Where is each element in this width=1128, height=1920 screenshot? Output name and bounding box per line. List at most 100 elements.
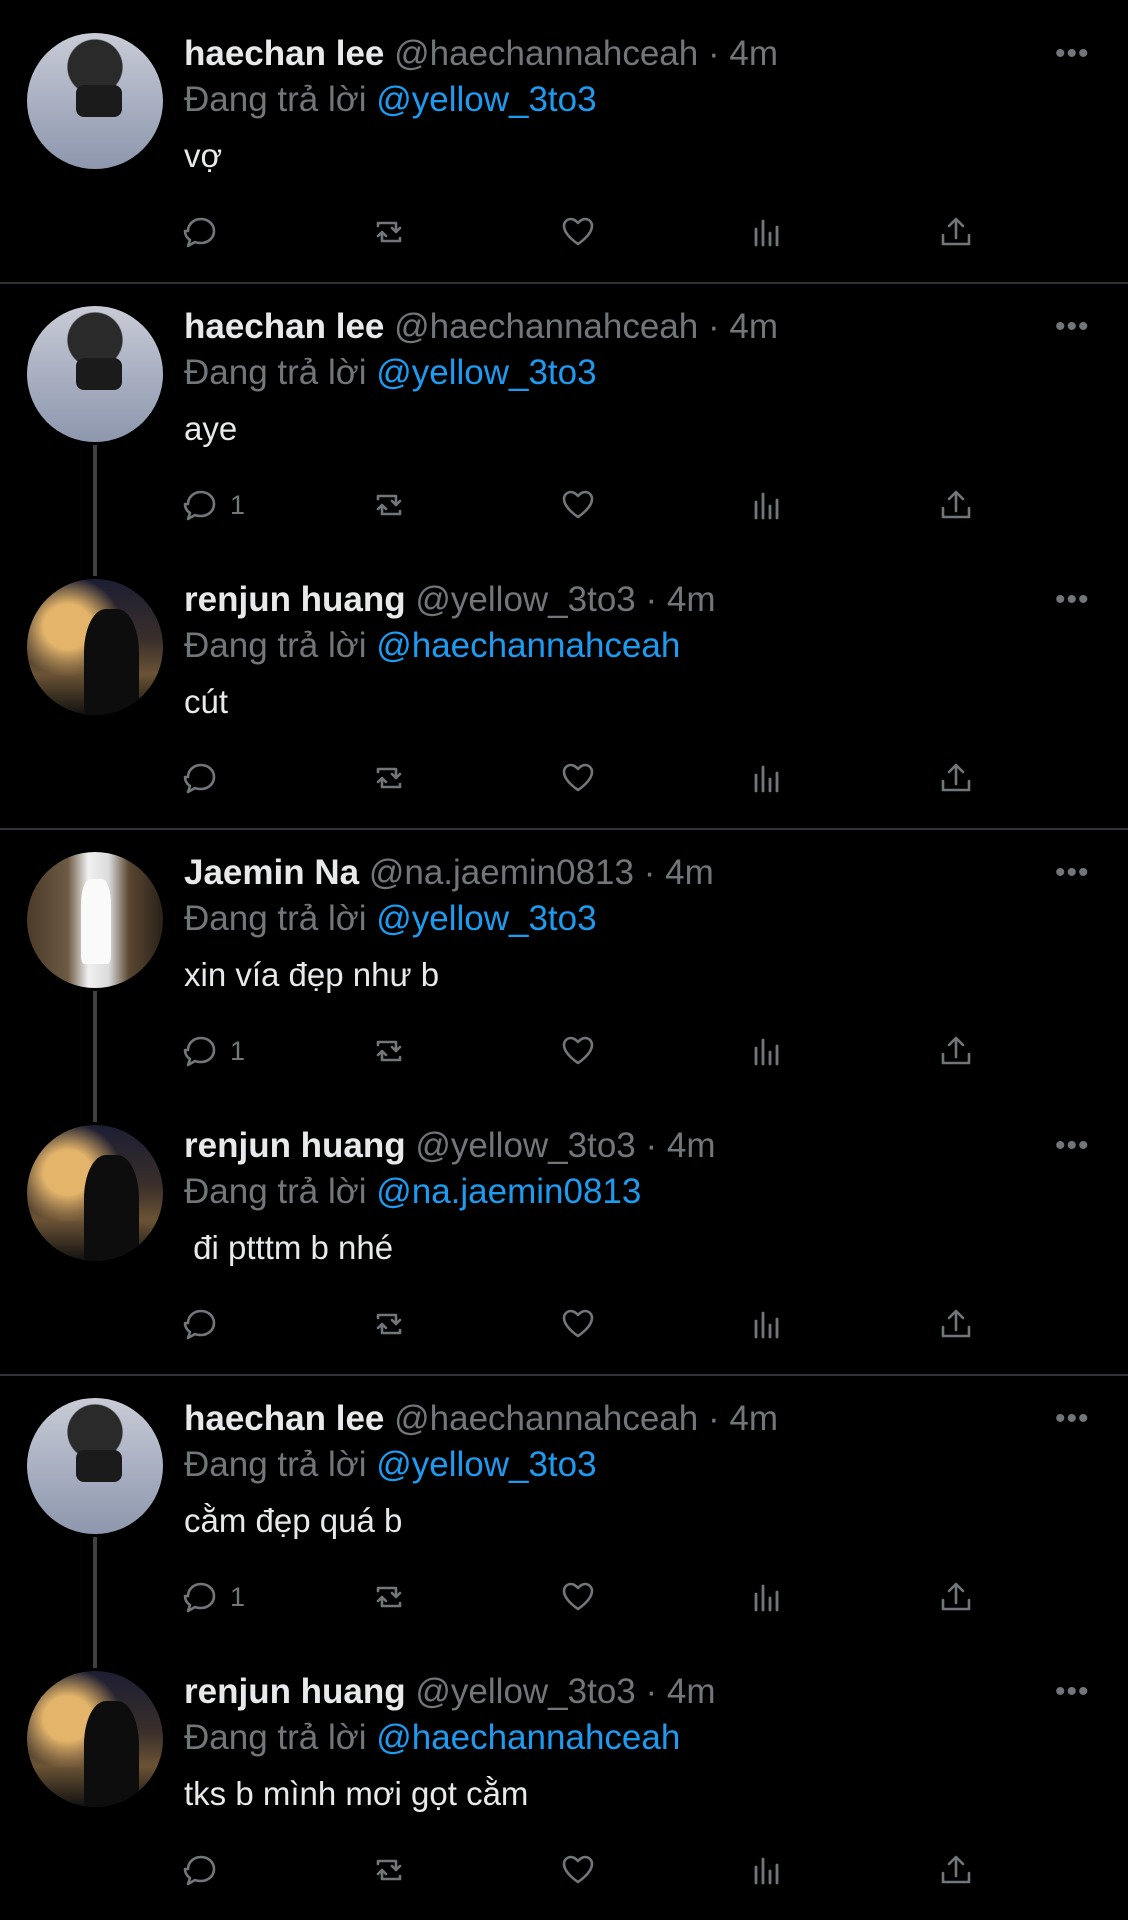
replying-to: Đang trả lời @haechannahceah bbox=[184, 622, 680, 670]
user-handle[interactable]: @yellow_3to3 bbox=[415, 580, 635, 619]
views-button[interactable] bbox=[746, 483, 788, 527]
retweet-button[interactable] bbox=[368, 1302, 410, 1346]
timestamp[interactable]: 4m bbox=[665, 853, 714, 892]
more-options-icon[interactable]: ••• bbox=[1055, 34, 1090, 74]
timestamp[interactable]: 4m bbox=[667, 1672, 716, 1711]
display-name[interactable]: renjun huang bbox=[184, 1672, 406, 1711]
views-icon bbox=[754, 492, 779, 520]
avatar[interactable] bbox=[27, 306, 163, 442]
tweet[interactable]: Jaemin Na @na.jaemin0813 · 4m ••• Đang t… bbox=[0, 819, 1128, 1091]
share-button[interactable] bbox=[935, 1575, 977, 1619]
reply-button[interactable]: 1 bbox=[180, 1575, 245, 1619]
views-button[interactable] bbox=[746, 1029, 788, 1073]
more-options-icon[interactable]: ••• bbox=[1055, 580, 1090, 620]
tweet[interactable]: renjun huang @yellow_3to3 · 4m ••• Đang … bbox=[0, 1092, 1128, 1364]
display-name[interactable]: haechan lee bbox=[184, 34, 384, 73]
retweet-button[interactable] bbox=[368, 1848, 410, 1892]
mention-link[interactable]: @na.jaemin0813 bbox=[376, 1172, 641, 1211]
share-icon bbox=[941, 490, 971, 519]
tweet-header: renjun huang @yellow_3to3 · 4m bbox=[184, 1668, 716, 1716]
reply-button[interactable] bbox=[180, 210, 230, 254]
like-button[interactable] bbox=[557, 1848, 599, 1892]
user-handle[interactable]: @yellow_3to3 bbox=[415, 1126, 635, 1165]
display-name[interactable]: renjun huang bbox=[184, 580, 406, 619]
like-button[interactable] bbox=[557, 1029, 599, 1073]
share-button[interactable] bbox=[935, 1848, 977, 1892]
views-button[interactable] bbox=[746, 1848, 788, 1892]
retweet-button[interactable] bbox=[368, 756, 410, 800]
like-button[interactable] bbox=[557, 1302, 599, 1346]
user-handle[interactable]: @yellow_3to3 bbox=[415, 1672, 635, 1711]
display-name[interactable]: haechan lee bbox=[184, 307, 384, 346]
mention-link[interactable]: @yellow_3to3 bbox=[376, 80, 596, 119]
display-name[interactable]: Jaemin Na bbox=[184, 853, 359, 892]
share-button[interactable] bbox=[935, 756, 977, 800]
reply-button[interactable]: 1 bbox=[180, 1029, 245, 1073]
tweet[interactable]: haechan lee @haechannahceah · 4m ••• Đan… bbox=[0, 1365, 1128, 1637]
avatar[interactable] bbox=[27, 1125, 163, 1261]
share-button[interactable] bbox=[935, 210, 977, 254]
timestamp[interactable]: 4m bbox=[667, 1126, 716, 1165]
display-name[interactable]: renjun huang bbox=[184, 1126, 406, 1165]
like-icon bbox=[562, 1855, 594, 1884]
views-button[interactable] bbox=[746, 1575, 788, 1619]
retweet-icon bbox=[376, 1859, 402, 1881]
reply-button[interactable] bbox=[180, 1848, 230, 1892]
more-options-icon[interactable]: ••• bbox=[1055, 1399, 1090, 1439]
user-handle[interactable]: @na.jaemin0813 bbox=[369, 853, 634, 892]
tweet[interactable]: haechan lee @haechannahceah · 4m ••• Đan… bbox=[0, 0, 1128, 272]
more-options-icon[interactable]: ••• bbox=[1055, 307, 1090, 347]
display-name[interactable]: haechan lee bbox=[184, 1399, 384, 1438]
reply-button[interactable]: 1 bbox=[180, 483, 245, 527]
more-options-icon[interactable]: ••• bbox=[1055, 1672, 1090, 1712]
like-button[interactable] bbox=[557, 1575, 599, 1619]
replying-to-label: Đang trả lời bbox=[184, 1718, 367, 1757]
tweet-text: xin vía đẹp như b bbox=[184, 956, 440, 993]
retweet-button[interactable] bbox=[368, 483, 410, 527]
views-button[interactable] bbox=[746, 1302, 788, 1346]
views-button[interactable] bbox=[746, 756, 788, 800]
avatar[interactable] bbox=[27, 33, 163, 169]
tweet[interactable]: renjun huang @yellow_3to3 · 4m ••• Đang … bbox=[0, 546, 1128, 818]
retweet-button[interactable] bbox=[368, 1575, 410, 1619]
mention-link[interactable]: @yellow_3to3 bbox=[376, 1445, 596, 1484]
views-icon bbox=[754, 219, 779, 247]
replying-to-label: Đang trả lời bbox=[184, 626, 367, 665]
more-options-icon[interactable]: ••• bbox=[1055, 853, 1090, 893]
avatar[interactable] bbox=[27, 852, 163, 988]
share-button[interactable] bbox=[935, 483, 977, 527]
user-handle[interactable]: @haechannahceah bbox=[394, 34, 698, 73]
user-handle[interactable]: @haechannahceah bbox=[394, 307, 698, 346]
views-icon bbox=[754, 765, 779, 793]
views-icon bbox=[754, 1584, 779, 1612]
timestamp[interactable]: 4m bbox=[729, 307, 778, 346]
tweet-header: renjun huang @yellow_3to3 · 4m bbox=[184, 1122, 716, 1170]
share-icon bbox=[941, 217, 971, 246]
reply-button[interactable] bbox=[180, 1302, 230, 1346]
timestamp[interactable]: 4m bbox=[729, 34, 778, 73]
like-button[interactable] bbox=[557, 210, 599, 254]
timestamp[interactable]: 4m bbox=[729, 1399, 778, 1438]
tweet[interactable]: haechan lee @haechannahceah · 4m ••• Đan… bbox=[0, 273, 1128, 545]
retweet-button[interactable] bbox=[368, 210, 410, 254]
avatar[interactable] bbox=[27, 1398, 163, 1534]
share-button[interactable] bbox=[935, 1302, 977, 1346]
mention-link[interactable]: @yellow_3to3 bbox=[376, 353, 596, 392]
share-button[interactable] bbox=[935, 1029, 977, 1073]
user-handle[interactable]: @haechannahceah bbox=[394, 1399, 698, 1438]
views-button[interactable] bbox=[746, 210, 788, 254]
tweet[interactable]: renjun huang @yellow_3to3 · 4m ••• Đang … bbox=[0, 1638, 1128, 1910]
like-icon bbox=[562, 1582, 594, 1611]
reply-button[interactable] bbox=[180, 756, 230, 800]
mention-link[interactable]: @haechannahceah bbox=[376, 1718, 680, 1757]
more-options-icon[interactable]: ••• bbox=[1055, 1126, 1090, 1166]
mention-link[interactable]: @yellow_3to3 bbox=[376, 899, 596, 938]
retweet-button[interactable] bbox=[368, 1029, 410, 1073]
like-button[interactable] bbox=[557, 483, 599, 527]
mention-link[interactable]: @haechannahceah bbox=[376, 626, 680, 665]
avatar[interactable] bbox=[27, 1671, 163, 1807]
timestamp[interactable]: 4m bbox=[667, 580, 716, 619]
reply-count: 1 bbox=[230, 489, 246, 520]
like-button[interactable] bbox=[557, 756, 599, 800]
avatar[interactable] bbox=[27, 579, 163, 715]
